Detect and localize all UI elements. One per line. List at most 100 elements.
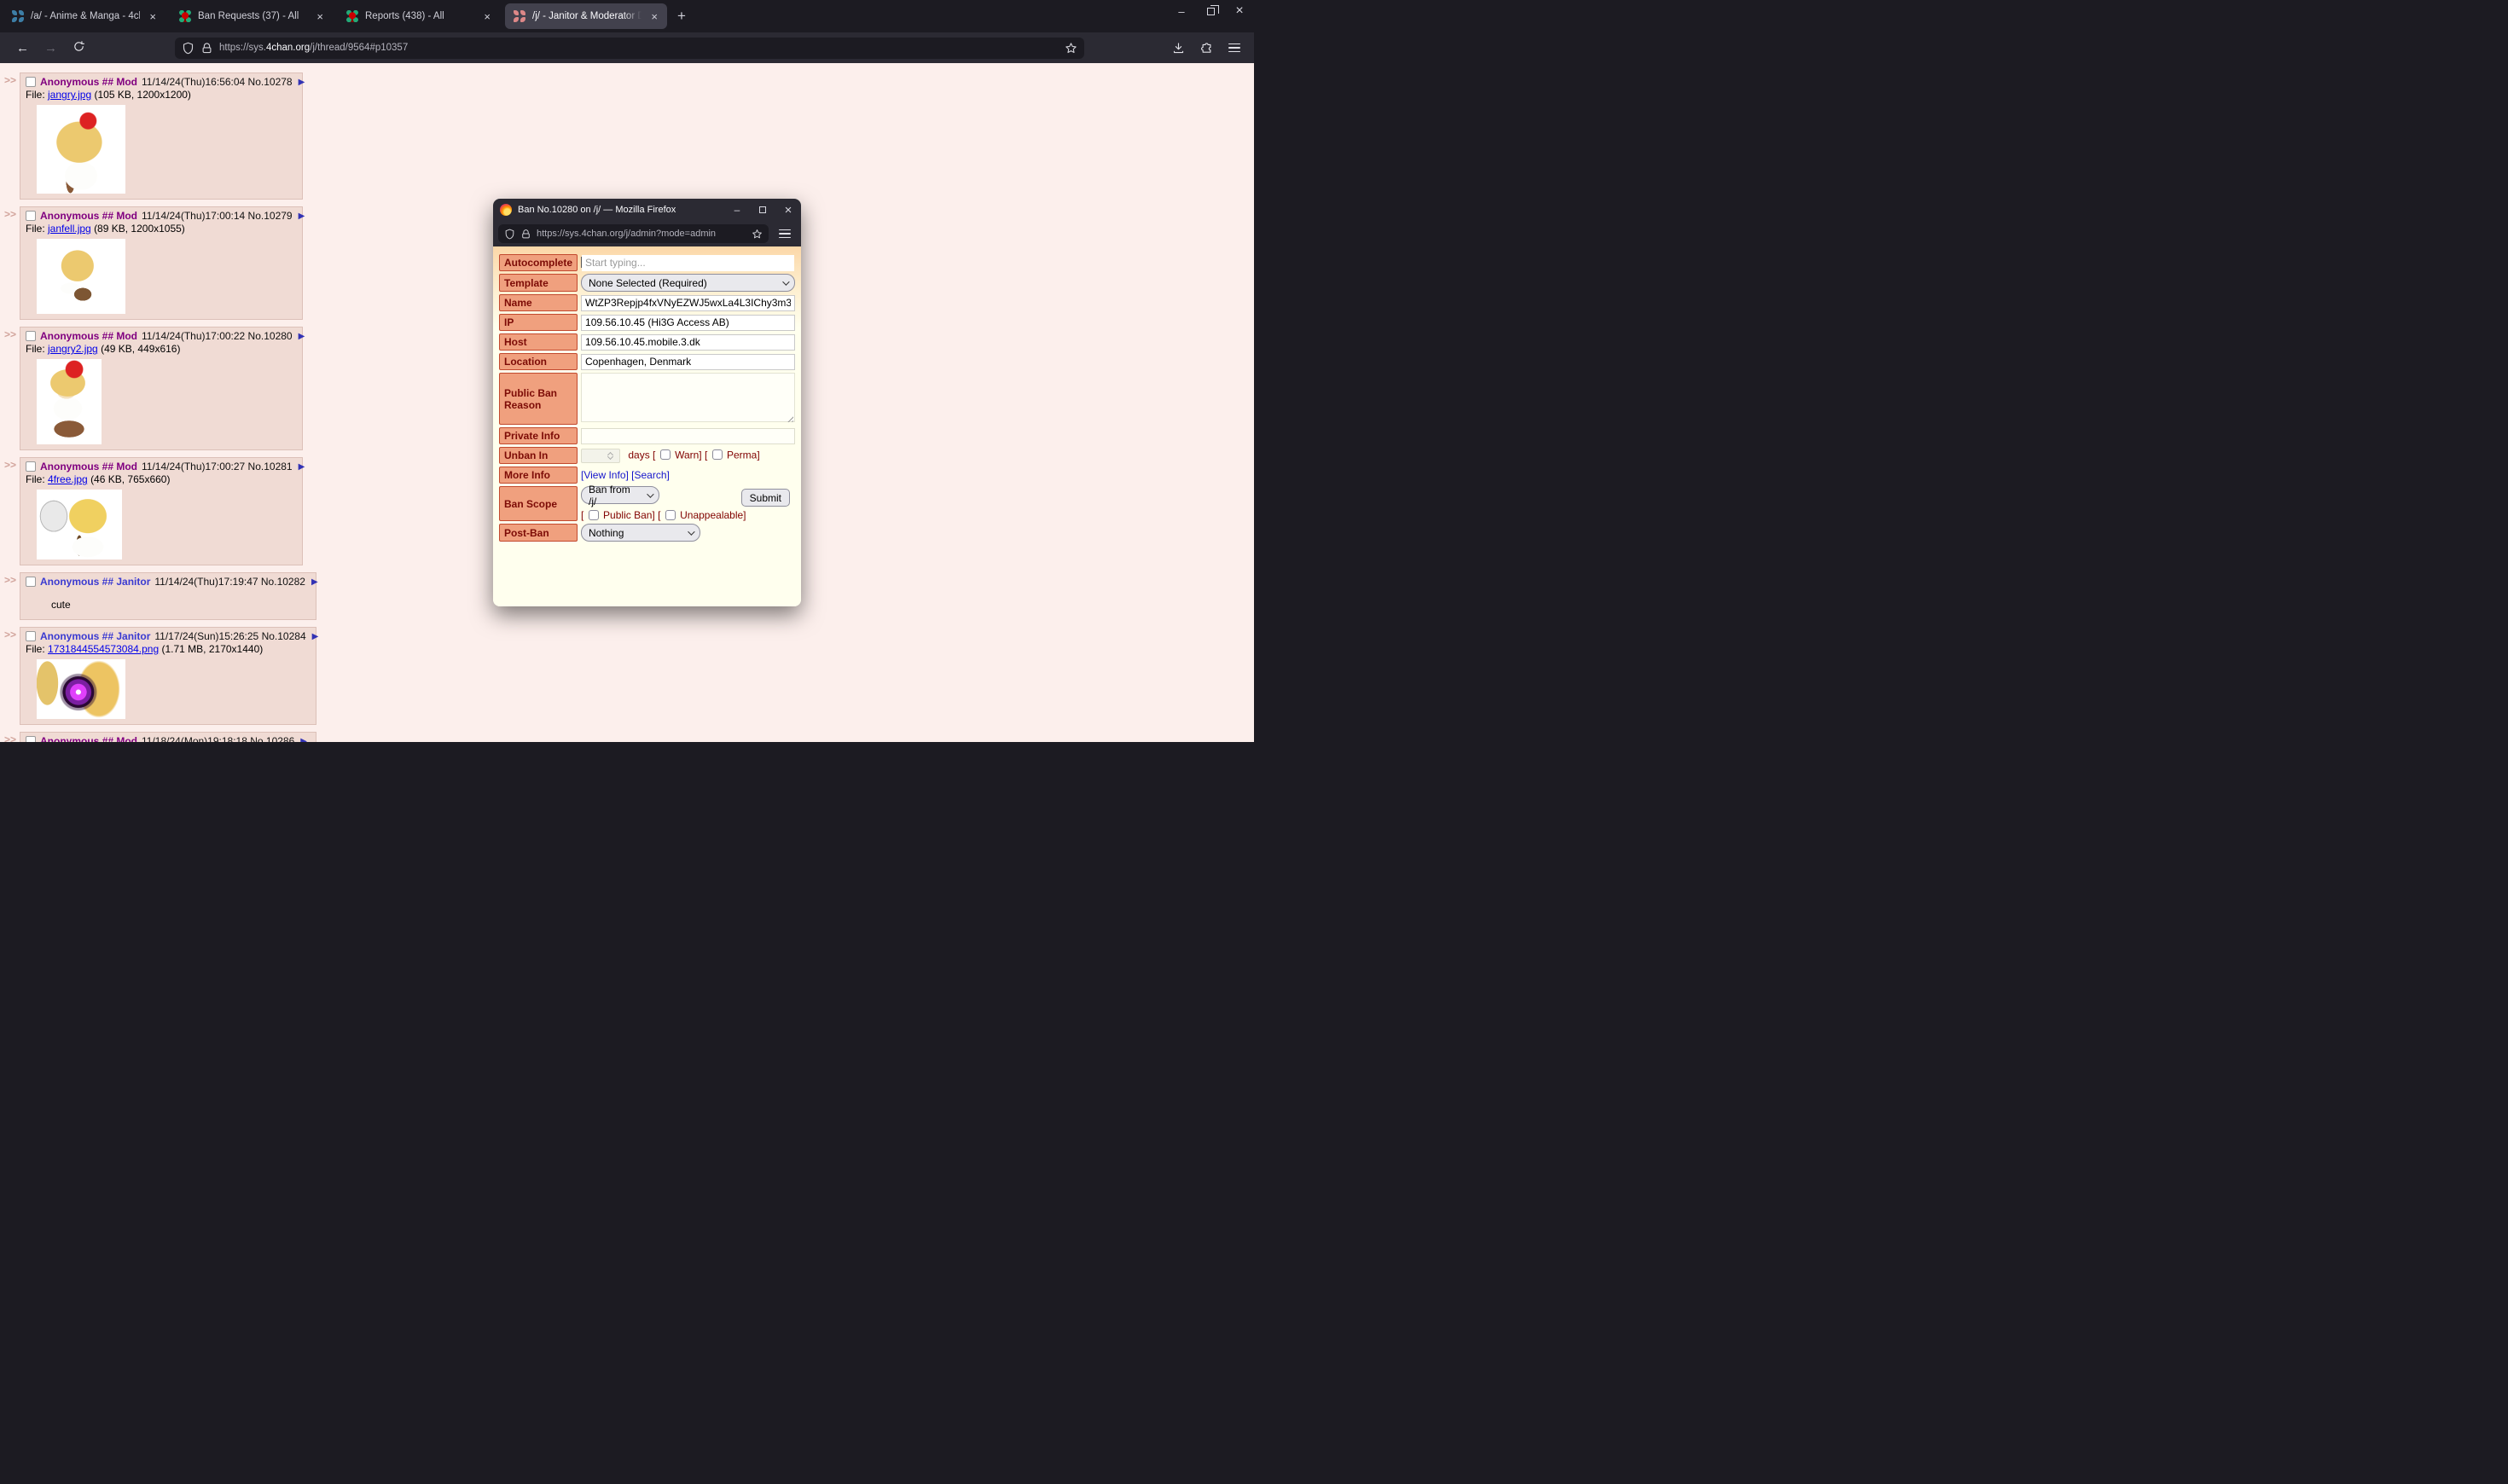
warn-checkbox[interactable] <box>660 449 671 460</box>
host-label: Host <box>499 333 578 351</box>
tab-title: Reports (438) - All <box>365 11 474 21</box>
chevron-down-icon <box>647 490 653 497</box>
private-info-input[interactable] <box>581 428 795 444</box>
bookmark-star-icon[interactable] <box>752 229 763 240</box>
maximize-icon <box>759 206 766 213</box>
location-input[interactable] <box>581 354 795 370</box>
post-checkbox[interactable] <box>26 577 36 587</box>
quote-arrows: >> <box>4 732 20 742</box>
extensions-button[interactable] <box>1195 39 1218 57</box>
quote-arrows: >> <box>4 72 20 200</box>
popup-minimize-button[interactable]: – <box>724 199 750 221</box>
minimize-button[interactable]: – <box>1167 0 1196 22</box>
ban-scope-select[interactable]: Ban from /j/ <box>581 486 659 504</box>
popup-toolbar: https://sys.4chan.org/j/admin?mode=admin <box>493 221 801 246</box>
host-input[interactable] <box>581 334 795 351</box>
file-link[interactable]: jangry.jpg <box>48 89 91 101</box>
public-ban-checkbox[interactable] <box>589 510 599 520</box>
template-select[interactable]: None Selected (Required) <box>581 274 795 292</box>
file-link[interactable]: jangry2.jpg <box>48 343 98 355</box>
chevron-down-icon <box>688 528 694 535</box>
post-checkbox[interactable] <box>26 77 36 87</box>
poster-name: Anonymous ## Mod <box>40 735 137 742</box>
post-menu-icon[interactable]: ▶ <box>300 737 307 743</box>
autocomplete-label: Autocomplete <box>499 254 578 271</box>
popup-menu-button[interactable] <box>774 227 796 241</box>
tab-strip: /a/ - Anime & Manga - 4chan × Ban Reques… <box>0 0 1254 32</box>
view-info-link[interactable]: [View Info] <box>581 469 629 481</box>
post-menu-icon[interactable]: ▶ <box>299 212 305 221</box>
close-icon[interactable]: × <box>147 10 159 23</box>
lock-icon <box>520 229 531 240</box>
quote-arrows: >> <box>4 206 20 320</box>
days-text: days [ <box>628 449 655 461</box>
post-stamp: 11/14/24(Thu)17:00:22 No.10280 <box>142 330 293 342</box>
bookmark-star-icon[interactable] <box>1065 42 1077 55</box>
tab-reports[interactable]: Reports (438) - All × <box>338 3 500 29</box>
close-icon[interactable]: × <box>481 10 493 23</box>
poster-name: Anonymous ## Janitor <box>40 630 150 642</box>
post-thumbnail[interactable] <box>37 105 125 194</box>
post-menu-icon[interactable]: ▶ <box>311 577 318 587</box>
post-stamp: 11/17/24(Sun)15:26:25 No.10284 <box>154 630 305 642</box>
close-window-button[interactable]: × <box>1225 0 1254 22</box>
download-icon <box>1172 42 1185 55</box>
reload-icon <box>73 40 85 53</box>
close-icon[interactable]: × <box>648 10 660 23</box>
post-thumbnail[interactable] <box>37 490 122 559</box>
submit-button[interactable]: Submit <box>741 489 790 507</box>
file-link[interactable]: 4free.jpg <box>48 473 88 485</box>
post-menu-icon[interactable]: ▶ <box>312 632 319 641</box>
tab-title: /j/ - Janitor & Moderator Discus <box>532 11 642 21</box>
tab-a-board[interactable]: /a/ - Anime & Manga - 4chan × <box>3 3 165 29</box>
unban-days-input[interactable] <box>581 449 620 463</box>
new-tab-button[interactable]: + <box>669 6 694 26</box>
post-thumbnail[interactable] <box>37 239 125 314</box>
unappealable-checkbox[interactable] <box>665 510 676 520</box>
post-checkbox[interactable] <box>26 211 36 221</box>
ip-input[interactable] <box>581 315 795 331</box>
post-menu-icon[interactable]: ▶ <box>299 78 305 87</box>
post-menu-icon[interactable]: ▶ <box>299 332 305 341</box>
post-checkbox[interactable] <box>26 631 36 641</box>
post-body: cute <box>26 588 309 616</box>
tab-ban-requests[interactable]: Ban Requests (37) - All × <box>171 3 333 29</box>
poster-name: Anonymous ## Janitor <box>40 576 150 588</box>
reload-button[interactable] <box>65 38 93 59</box>
file-link[interactable]: 1731844554573084.png <box>48 643 159 655</box>
post-checkbox[interactable] <box>26 461 36 472</box>
post-thumbnail[interactable] <box>37 659 125 719</box>
post-stamp: 11/18/24(Mon)19:18:18 No.10286 <box>142 735 294 742</box>
name-input[interactable] <box>581 295 795 311</box>
public-ban-reason-textarea[interactable] <box>581 373 795 422</box>
post-ban-select[interactable]: Nothing <box>581 524 700 542</box>
bracket-text: [ <box>581 509 583 521</box>
tab-title: /a/ - Anime & Manga - 4chan <box>31 11 140 21</box>
post-checkbox[interactable] <box>26 736 36 742</box>
close-icon[interactable]: × <box>314 10 326 23</box>
toolbar-icons <box>1167 39 1245 57</box>
restore-button[interactable] <box>1196 0 1225 22</box>
poster-name: Anonymous ## Mod <box>40 76 137 88</box>
popup-url-bar[interactable]: https://sys.4chan.org/j/admin?mode=admin <box>498 224 769 243</box>
lock-icon <box>200 42 213 55</box>
perma-checkbox[interactable] <box>712 449 723 460</box>
back-button[interactable]: ← <box>9 38 37 58</box>
post-menu-icon[interactable]: ▶ <box>299 462 305 472</box>
autocomplete-input[interactable] <box>582 255 794 271</box>
popup-maximize-button[interactable] <box>750 199 775 221</box>
ban-scope-label: Ban Scope <box>499 486 578 521</box>
url-bar[interactable]: https://sys.4chan.org/j/thread/9564#p103… <box>175 38 1084 59</box>
popup-close-button[interactable]: × <box>775 199 801 221</box>
forward-button[interactable]: → <box>37 38 65 58</box>
menu-button[interactable] <box>1223 41 1245 55</box>
window-controls: – × <box>1167 0 1254 32</box>
post-thumbnail[interactable] <box>37 359 102 444</box>
search-link[interactable]: [Search] <box>631 469 670 481</box>
file-link[interactable]: janfell.jpg <box>48 223 91 235</box>
post-10284: >> Anonymous ## Janitor 11/17/24(Sun)15:… <box>4 627 1254 725</box>
tab-janitor-discussion[interactable]: /j/ - Janitor & Moderator Discus × <box>505 3 667 29</box>
popup-title-bar[interactable]: Ban No.10280 on /j/ — Mozilla Firefox – … <box>493 199 801 221</box>
post-checkbox[interactable] <box>26 331 36 341</box>
downloads-button[interactable] <box>1167 39 1190 57</box>
